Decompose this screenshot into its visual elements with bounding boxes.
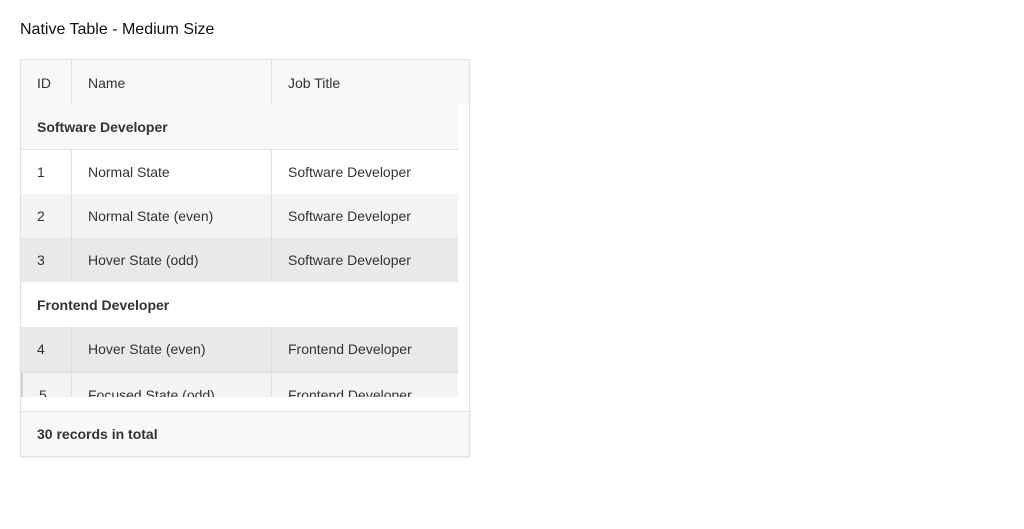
cell-job-title: Frontend Developer — [288, 341, 412, 357]
data-table: ID Name Job Title Software Developer 1 N… — [20, 59, 470, 457]
page-title: Native Table - Medium Size — [20, 21, 215, 38]
cell-name: Normal State — [72, 150, 272, 194]
table-body[interactable]: Software Developer 1 Normal State Softwa… — [21, 105, 469, 397]
cell-id: 3 — [21, 238, 72, 282]
cell-name: Focused State (odd) — [72, 373, 272, 397]
cell-id: 4 — [21, 327, 72, 371]
cell-name: Normal State (even) — [72, 194, 272, 238]
column-header-id[interactable]: ID — [21, 60, 72, 105]
cell-id: 2 — [21, 194, 72, 238]
group-header-row: Frontend Developer — [21, 283, 469, 327]
cell-job-title: Software Developer — [288, 208, 411, 224]
cell-id: 1 — [21, 150, 72, 194]
table-row[interactable]: 3 Hover State (odd) Software Developer — [21, 238, 458, 282]
cell-name: Hover State (even) — [72, 327, 272, 371]
cell-job-title: Frontend Developer — [288, 387, 412, 397]
table-row[interactable]: 2 Normal State (even) Software Developer — [21, 194, 458, 238]
table-header-row: ID Name Job Title — [21, 60, 469, 106]
column-header-job-title[interactable]: Job Title — [272, 60, 469, 105]
table-row[interactable]: 1 Normal State Software Developer — [21, 150, 458, 194]
cell-job-title: Software Developer — [288, 252, 411, 268]
table-footer: 30 records in total — [21, 411, 469, 456]
cell-job-title: Software Developer — [288, 164, 411, 180]
table-row[interactable]: 4 Hover State (even) Frontend Developer — [21, 327, 458, 373]
cell-id: 5 — [21, 373, 72, 397]
group-header-row: Software Developer — [21, 105, 469, 150]
table-row[interactable]: 5 Focused State (odd) Frontend Developer — [21, 373, 458, 397]
cell-name: Hover State (odd) — [72, 238, 272, 282]
column-header-name[interactable]: Name — [72, 60, 272, 105]
scrollbar-track[interactable] — [458, 105, 469, 397]
